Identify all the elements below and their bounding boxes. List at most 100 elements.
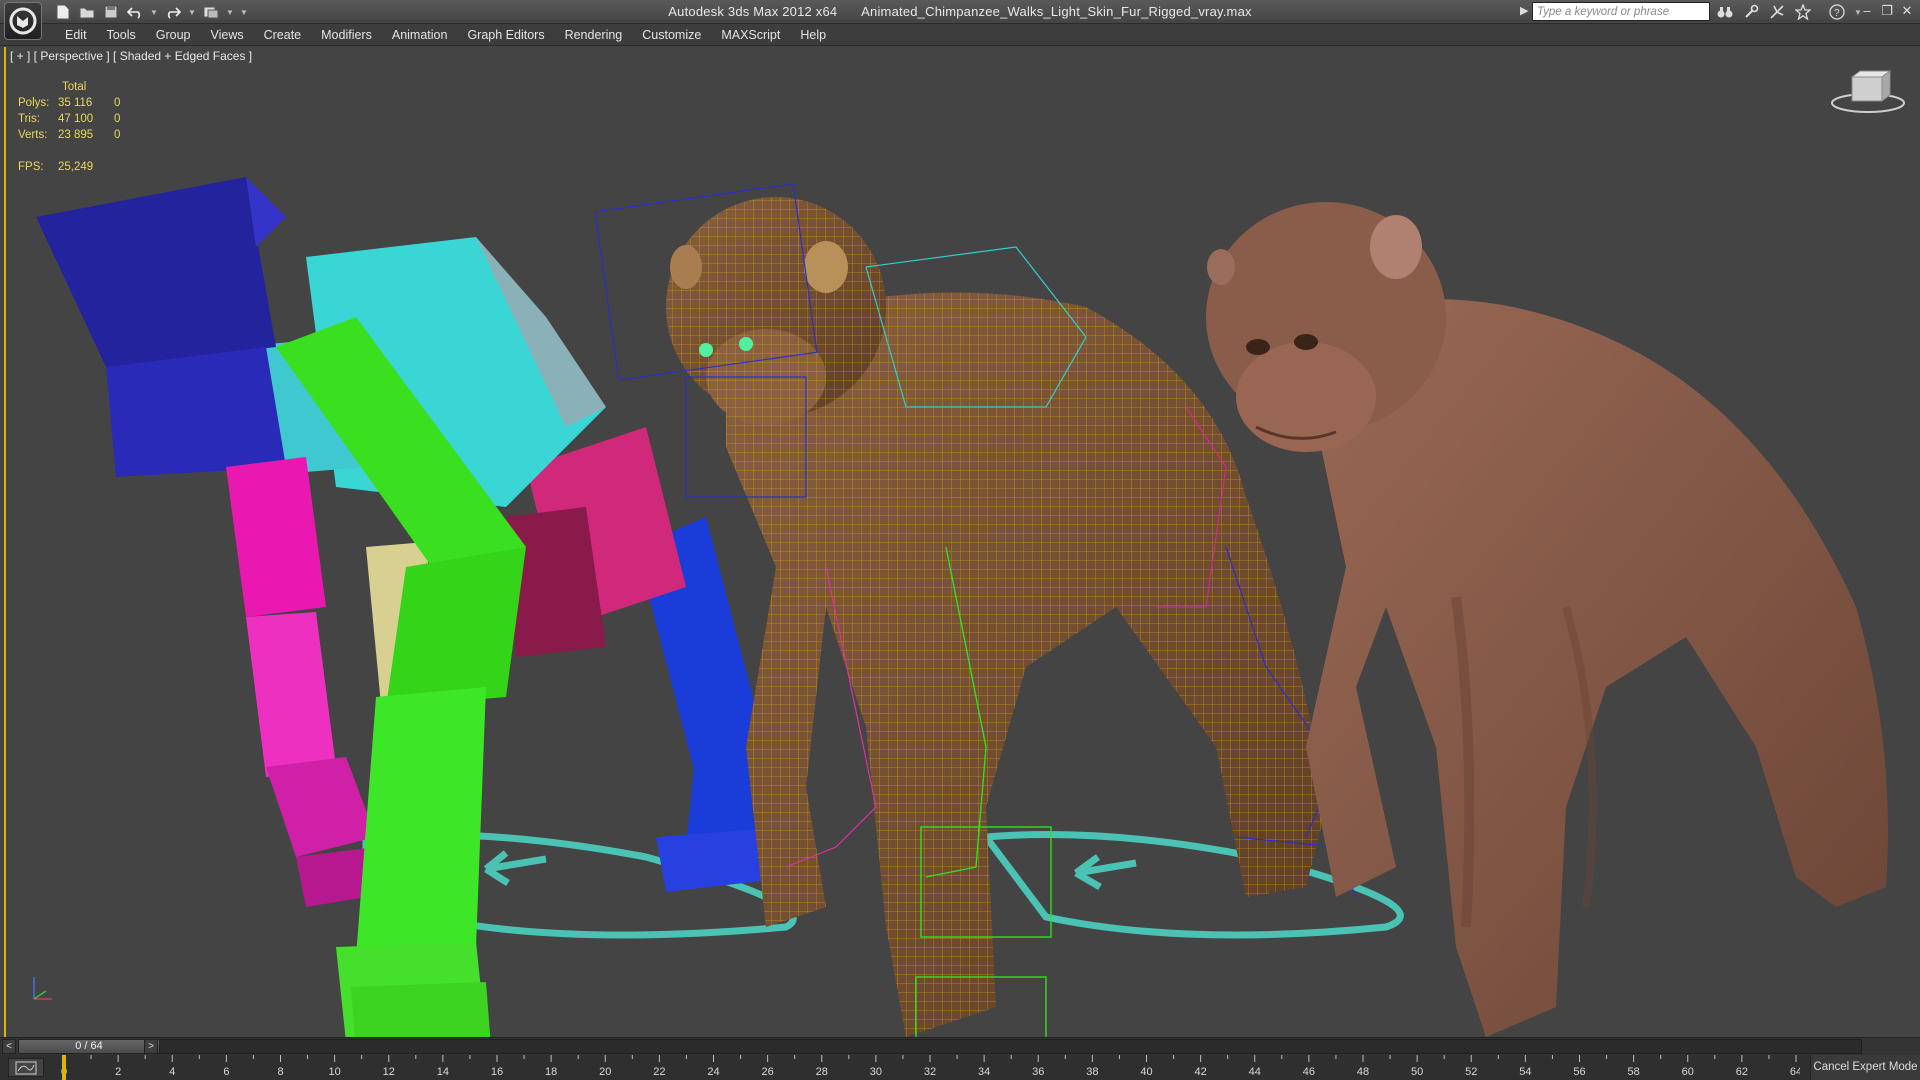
menu-group[interactable]: Group bbox=[146, 27, 201, 43]
undo-dropdown-icon[interactable]: ▼ bbox=[150, 3, 158, 21]
ruler-label: 62 bbox=[1736, 1066, 1748, 1078]
ruler-label: 34 bbox=[978, 1066, 990, 1078]
ruler-label: 22 bbox=[653, 1066, 665, 1078]
ruler-label: 52 bbox=[1465, 1066, 1477, 1078]
ruler-label: 48 bbox=[1357, 1066, 1369, 1078]
search-input[interactable] bbox=[1532, 2, 1710, 21]
undo-icon[interactable] bbox=[126, 3, 144, 21]
cancel-expert-mode-button[interactable]: Cancel Expert Mode bbox=[1810, 1055, 1920, 1080]
ruler-label: 8 bbox=[277, 1066, 283, 1078]
ruler-label: 4 bbox=[169, 1066, 175, 1078]
ruler-label: 10 bbox=[329, 1066, 341, 1078]
track-bar[interactable]: 0246810121416182022242628303234363840424… bbox=[0, 1055, 1920, 1080]
favorites-star-icon[interactable] bbox=[1794, 3, 1812, 21]
project-dropdown-icon[interactable]: ▼ bbox=[226, 3, 234, 21]
app-name: Autodesk 3ds Max 2012 x64 bbox=[668, 4, 838, 19]
help-icon[interactable]: ? bbox=[1828, 3, 1846, 21]
ruler-label: 32 bbox=[924, 1066, 936, 1078]
file-name: Animated_Chimpanzee_Walks_Light_Skin_Fur… bbox=[861, 4, 1252, 19]
menu-animation[interactable]: Animation bbox=[382, 27, 458, 43]
perspective-viewport[interactable]: [ + ] [ Perspective ] [ Shaded + Edged F… bbox=[4, 47, 1920, 1037]
customize-qat-icon[interactable]: ▼ bbox=[240, 3, 248, 21]
ruler-label: 20 bbox=[599, 1066, 611, 1078]
fps-value: 25,249 bbox=[58, 161, 94, 173]
scene-render bbox=[36, 177, 1888, 1037]
communication-center-icon[interactable] bbox=[1768, 3, 1786, 21]
ruler-label: 12 bbox=[383, 1066, 395, 1078]
ruler-label: 44 bbox=[1249, 1066, 1261, 1078]
ruler-label: 58 bbox=[1628, 1066, 1640, 1078]
ruler-label: 6 bbox=[223, 1066, 229, 1078]
time-slider-prev-button[interactable]: < bbox=[2, 1039, 16, 1054]
menu-customize[interactable]: Customize bbox=[632, 27, 711, 43]
viewcube[interactable] bbox=[1830, 67, 1906, 117]
frame-ruler[interactable]: 0246810121416182022242628303234363840424… bbox=[60, 1055, 1800, 1080]
search-expand-icon[interactable]: ▶ bbox=[1520, 4, 1528, 17]
ruler-label: 46 bbox=[1303, 1066, 1315, 1078]
stat-label: Verts: bbox=[18, 129, 48, 141]
ruler-label: 2 bbox=[115, 1066, 121, 1078]
stats-row-fps: FPS: 25,249 bbox=[18, 159, 144, 175]
stats-row-verts: Verts: 23 895 0 bbox=[18, 127, 144, 143]
menu-rendering[interactable]: Rendering bbox=[555, 27, 633, 43]
menu-maxscript[interactable]: MAXScript bbox=[711, 27, 790, 43]
menu-create[interactable]: Create bbox=[254, 27, 312, 43]
ruler-label: 54 bbox=[1519, 1066, 1531, 1078]
ruler-label: 36 bbox=[1032, 1066, 1044, 1078]
binoculars-icon[interactable] bbox=[1716, 3, 1734, 21]
new-file-icon[interactable] bbox=[54, 3, 72, 21]
time-slider-thumb[interactable]: 0 / 64 bbox=[18, 1039, 160, 1054]
mini-curve-editor-icon[interactable] bbox=[8, 1058, 44, 1077]
ruler-label: 42 bbox=[1195, 1066, 1207, 1078]
stat-label: Polys: bbox=[18, 97, 50, 109]
statistics-overlay: Total Polys: 35 116 0 Tris: 47 100 0 Ver… bbox=[18, 79, 144, 175]
stats-row-polys: Polys: 35 116 0 bbox=[18, 95, 144, 111]
max-logo-icon bbox=[9, 7, 37, 35]
menu-items: Edit Tools Group Views Create Modifiers … bbox=[55, 27, 836, 43]
ruler-label: 26 bbox=[762, 1066, 774, 1078]
viewport-label[interactable]: [ + ] [ Perspective ] [ Shaded + Edged F… bbox=[10, 49, 252, 63]
redo-icon[interactable] bbox=[164, 3, 182, 21]
menu-views[interactable]: Views bbox=[200, 27, 253, 43]
subscription-key-icon[interactable] bbox=[1742, 3, 1760, 21]
window-controls: – ❐ ✕ bbox=[1860, 2, 1914, 20]
restore-icon[interactable]: ❐ bbox=[1880, 2, 1894, 20]
redo-dropdown-icon[interactable]: ▼ bbox=[188, 3, 196, 21]
ruler-label: 30 bbox=[870, 1066, 882, 1078]
menu-modifiers[interactable]: Modifiers bbox=[311, 27, 382, 43]
quick-access-toolbar: ▼ ▼ ▼ ▼ bbox=[54, 3, 248, 21]
ruler-label: 50 bbox=[1411, 1066, 1423, 1078]
close-icon[interactable]: ✕ bbox=[1900, 2, 1914, 20]
infocenter-toolbar: ? ▼ bbox=[1716, 3, 1862, 21]
stat-label: Tris: bbox=[18, 113, 40, 125]
ruler-label: 60 bbox=[1682, 1066, 1694, 1078]
ruler-label: 40 bbox=[1140, 1066, 1152, 1078]
minimize-icon[interactable]: – bbox=[1860, 2, 1874, 20]
ruler-label: 28 bbox=[816, 1066, 828, 1078]
stats-header: Total bbox=[62, 81, 87, 93]
project-folder-icon[interactable] bbox=[202, 3, 220, 21]
stat-total: 23 895 bbox=[58, 129, 94, 141]
stat-total: 47 100 bbox=[58, 113, 94, 125]
ruler-label: 38 bbox=[1086, 1066, 1098, 1078]
skin-chimp-model[interactable] bbox=[1206, 202, 1888, 1037]
ruler-label: 56 bbox=[1573, 1066, 1585, 1078]
menu-graph-editors[interactable]: Graph Editors bbox=[457, 27, 554, 43]
stat-selected: 0 bbox=[114, 113, 121, 125]
menu-edit[interactable]: Edit bbox=[55, 27, 97, 43]
open-folder-icon[interactable] bbox=[78, 3, 96, 21]
stat-total: 35 116 bbox=[58, 97, 93, 109]
current-frame-marker[interactable] bbox=[62, 1055, 66, 1080]
time-slider-track[interactable] bbox=[18, 1039, 1862, 1054]
time-slider[interactable]: < 0 / 64 > bbox=[0, 1037, 1920, 1055]
svg-text:?: ? bbox=[1834, 8, 1840, 19]
application-button[interactable] bbox=[4, 2, 42, 40]
ruler-label: 64 bbox=[1790, 1066, 1800, 1078]
axis-tripod bbox=[26, 967, 66, 1007]
menu-help[interactable]: Help bbox=[790, 27, 836, 43]
menu-tools[interactable]: Tools bbox=[97, 27, 146, 43]
ruler-label: 16 bbox=[491, 1066, 503, 1078]
save-icon[interactable] bbox=[102, 3, 120, 21]
fps-label: FPS: bbox=[18, 161, 44, 173]
time-slider-next-button[interactable]: > bbox=[144, 1039, 158, 1054]
